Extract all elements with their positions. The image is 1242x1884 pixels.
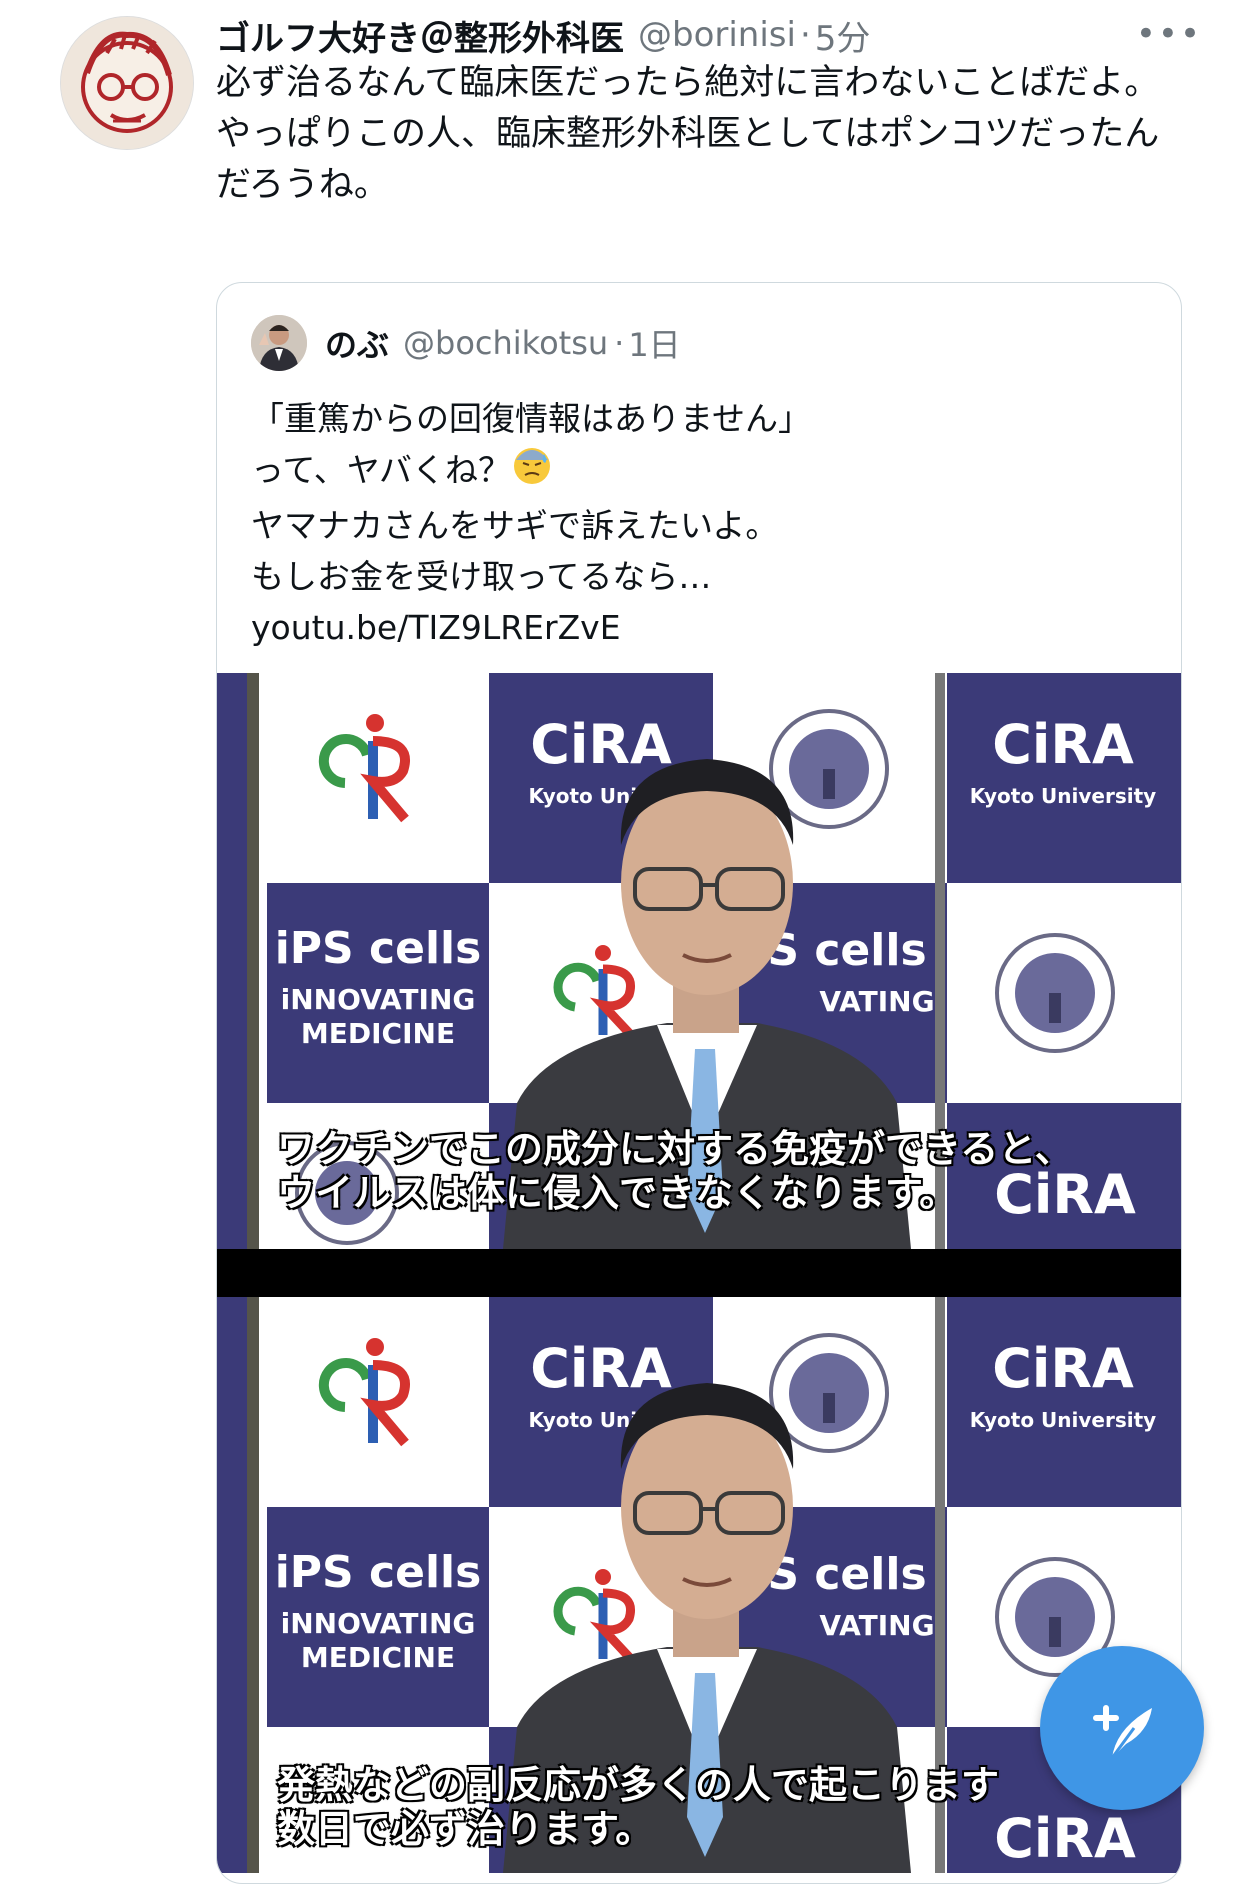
backdrop-cira-text: CiRA (530, 713, 672, 776)
subtitle-line: 発熱などの副反応が多くの人で起こります (277, 1763, 1000, 1807)
backdrop-vating-text: VATING (819, 1609, 934, 1642)
more-options-icon[interactable]: ••• (1136, 14, 1202, 54)
compose-feather-plus-icon (1093, 1705, 1152, 1759)
backdrop-medicine-text: MEDICINE (301, 1017, 455, 1050)
quoted-tweet-card[interactable]: のぶ @bochikotsu · 1日 「重篤からの回復情報はありません」 って… (216, 282, 1182, 1884)
backdrop-cira-text: CiRA (992, 713, 1134, 776)
backdrop-s-cells-text: S cells (767, 925, 926, 976)
video-still-2[interactable]: CiRA Kyoto Univer CiRA Kyoto University … (217, 1297, 1181, 1873)
backdrop-innovating-text: iNNOVATING (281, 1607, 476, 1640)
quoted-text-line: って、ヤバくね？ (251, 450, 512, 490)
backdrop-cira-text: CiRA (992, 1337, 1134, 1400)
tweet-text: 必ず治るなんて臨床医だったら絶対に言わないことばだよ。 やっぱりこの人、臨床整形… (216, 58, 1176, 211)
quoted-tweet-header: のぶ @bochikotsu · 1日 (251, 315, 681, 371)
quoted-header-separator: · (614, 324, 625, 362)
quoted-text-line: もしお金を受け取ってるなら… (251, 557, 712, 596)
subtitle-line: 数日で必ず治ります。 (277, 1807, 654, 1851)
backdrop-innovating-text: iNNOVATING (281, 983, 476, 1016)
backdrop-cira-small-text: CiRA (994, 1807, 1136, 1870)
quoted-tweet-link[interactable]: youtu.be/TIZ9LRErZvE (251, 602, 1151, 653)
downcast-face-with-sweat-icon (511, 444, 553, 500)
quoted-avatar-photo (251, 315, 307, 371)
compose-tweet-button[interactable] (1040, 1646, 1204, 1810)
backdrop-s-cells-text: S cells (767, 1549, 926, 1600)
subtitle-line: ワクチンでこの成分に対する免疫ができると、 (277, 1127, 1073, 1171)
backdrop-kyoto-university-text: Kyoto University (970, 784, 1156, 808)
backdrop-ips-cells-text: iPS cells (275, 923, 482, 974)
quoted-media[interactable]: CiRA Kyoto Univer CiRA Kyoto University … (217, 673, 1181, 1873)
kyoto-university-seal-icon (995, 933, 1115, 1053)
backdrop-medicine-text: MEDICINE (301, 1641, 455, 1674)
quoted-author-avatar[interactable] (251, 315, 307, 371)
video-subtitle: ワクチンでこの成分に対する免疫ができると、 ウイルスは体に侵入できなくなります。 (277, 1127, 1073, 1215)
subtitle-line: ウイルスは体に侵入できなくなります。 (277, 1171, 958, 1215)
tweet-text-line: やっぱりこの人、臨床整形外科医としてはポンコツだったんだろうね。 (216, 114, 1160, 205)
video-still-1[interactable]: CiRA Kyoto Univer CiRA Kyoto University … (217, 673, 1181, 1249)
quoted-text-line-with-emoji: って、ヤバくね？ (251, 444, 1151, 500)
backdrop-kyoto-university-text: Kyoto University (970, 1408, 1156, 1432)
author-display-name[interactable]: ゴルフ大好き＠整形外科医 (216, 11, 624, 60)
avatar-illustration (61, 17, 193, 149)
author-handle[interactable]: @borinisi (638, 15, 796, 55)
tweet-text-line: 必ず治るなんて臨床医だったら絶対に言わないことばだよ。 (216, 63, 1160, 103)
quoted-author-display-name[interactable]: のぶ (325, 320, 389, 366)
quoted-text-line: ヤマナカさんをサギで訴えたいよ。 (251, 506, 779, 545)
quoted-tweet-text: 「重篤からの回復情報はありません」 って、ヤバくね？ ヤマナカさんをサギで訴えた… (251, 393, 1151, 653)
tweet-time[interactable]: 5分 (815, 11, 871, 60)
quoted-author-handle[interactable]: @bochikotsu (403, 324, 608, 362)
backdrop-cira-text: CiRA (530, 1337, 672, 1400)
quoted-tweet-time[interactable]: 1日 (628, 320, 680, 366)
quoted-text-line: 「重篤からの回復情報はありません」 (251, 399, 812, 438)
backdrop-ips-cells-text: iPS cells (275, 1547, 482, 1598)
media-divider (217, 1249, 1181, 1297)
tweet-header: ゴルフ大好き＠整形外科医 @borinisi · 5分 ••• (216, 10, 1202, 60)
backdrop-vating-text: VATING (819, 985, 934, 1018)
author-avatar[interactable] (60, 16, 194, 150)
header-separator: · (799, 15, 811, 55)
video-subtitle: 発熱などの副反応が多くの人で起こります 数日で必ず治ります。 (277, 1763, 999, 1851)
